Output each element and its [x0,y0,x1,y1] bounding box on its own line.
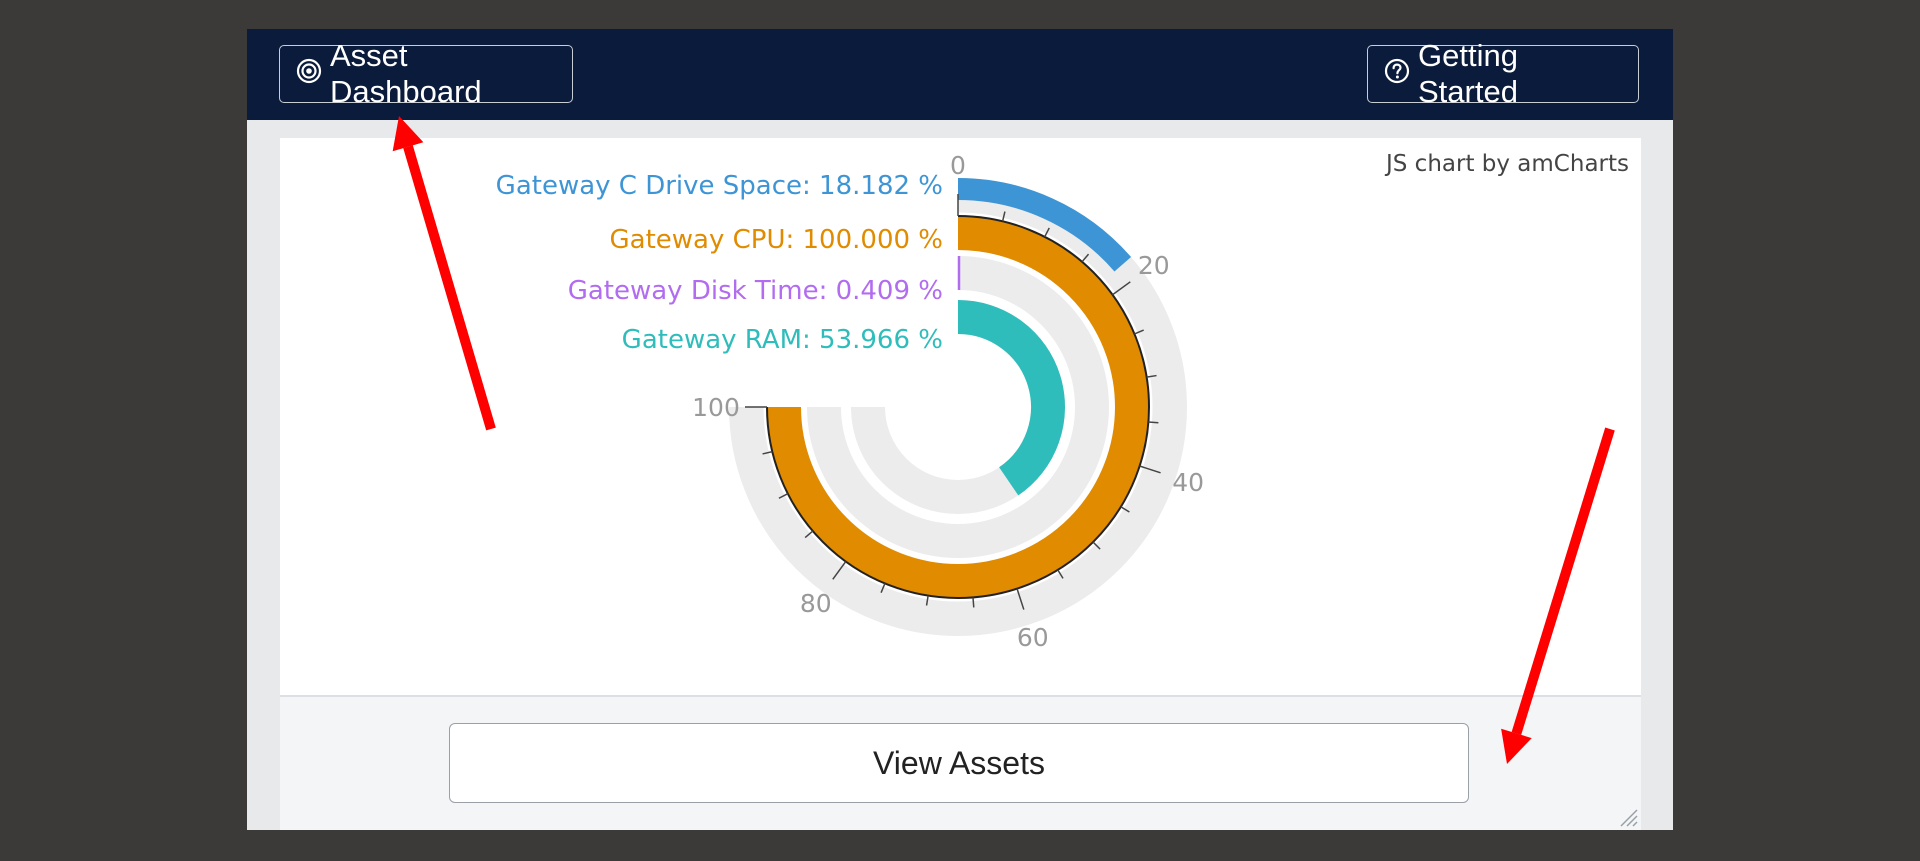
card-footer: View Assets [280,695,1641,830]
asset-widget: Asset Dashboard Getting Started 0 20 40 60 8… [247,29,1673,830]
asset-dashboard-label: Asset Dashboard [330,38,482,109]
chart-credit[interactable]: JS chart by amCharts [1386,151,1629,177]
question-circle-icon [1384,56,1410,92]
series-label: Gateway CPU: 100.000 % [610,225,944,255]
asset-dashboard-button[interactable]: Asset Dashboard [279,38,573,109]
widget-header: Asset Dashboard Getting Started [247,29,1673,120]
radial-chart: 0 20 40 60 80 100 Gateway C Drive Space: 18.18… [496,151,1204,652]
resize-grip-icon[interactable] [1615,804,1639,828]
view-assets-button[interactable]: View Assets [449,723,1469,803]
series-bar [957,300,1065,496]
getting-started-label: Getting Started [1418,38,1518,109]
axis-tick-label: 40 [1172,468,1204,497]
target-circle-icon [296,56,322,92]
axis-tick-label: 80 [800,589,832,618]
axis-tick-label: 0 [950,151,966,180]
axis-tick-label: 20 [1138,251,1170,280]
axis-tick-label: 100 [692,393,740,422]
series-label: Gateway C Drive Space: 18.182 % [496,171,943,201]
axis-tick [1148,421,1159,424]
chart-card: 0 20 40 60 80 100 Gateway C Drive Space: 18.18… [280,138,1641,830]
series-label: Gateway Disk Time: 0.409 % [568,276,943,306]
chart-area: 0 20 40 60 80 100 Gateway C Drive Space: 18.18… [280,138,1641,695]
axis-tick-label: 60 [1017,623,1049,652]
axis-tick [972,597,975,608]
getting-started-button[interactable]: Getting Started [1367,38,1639,109]
series-label: Gateway RAM: 53.966 % [622,325,943,355]
